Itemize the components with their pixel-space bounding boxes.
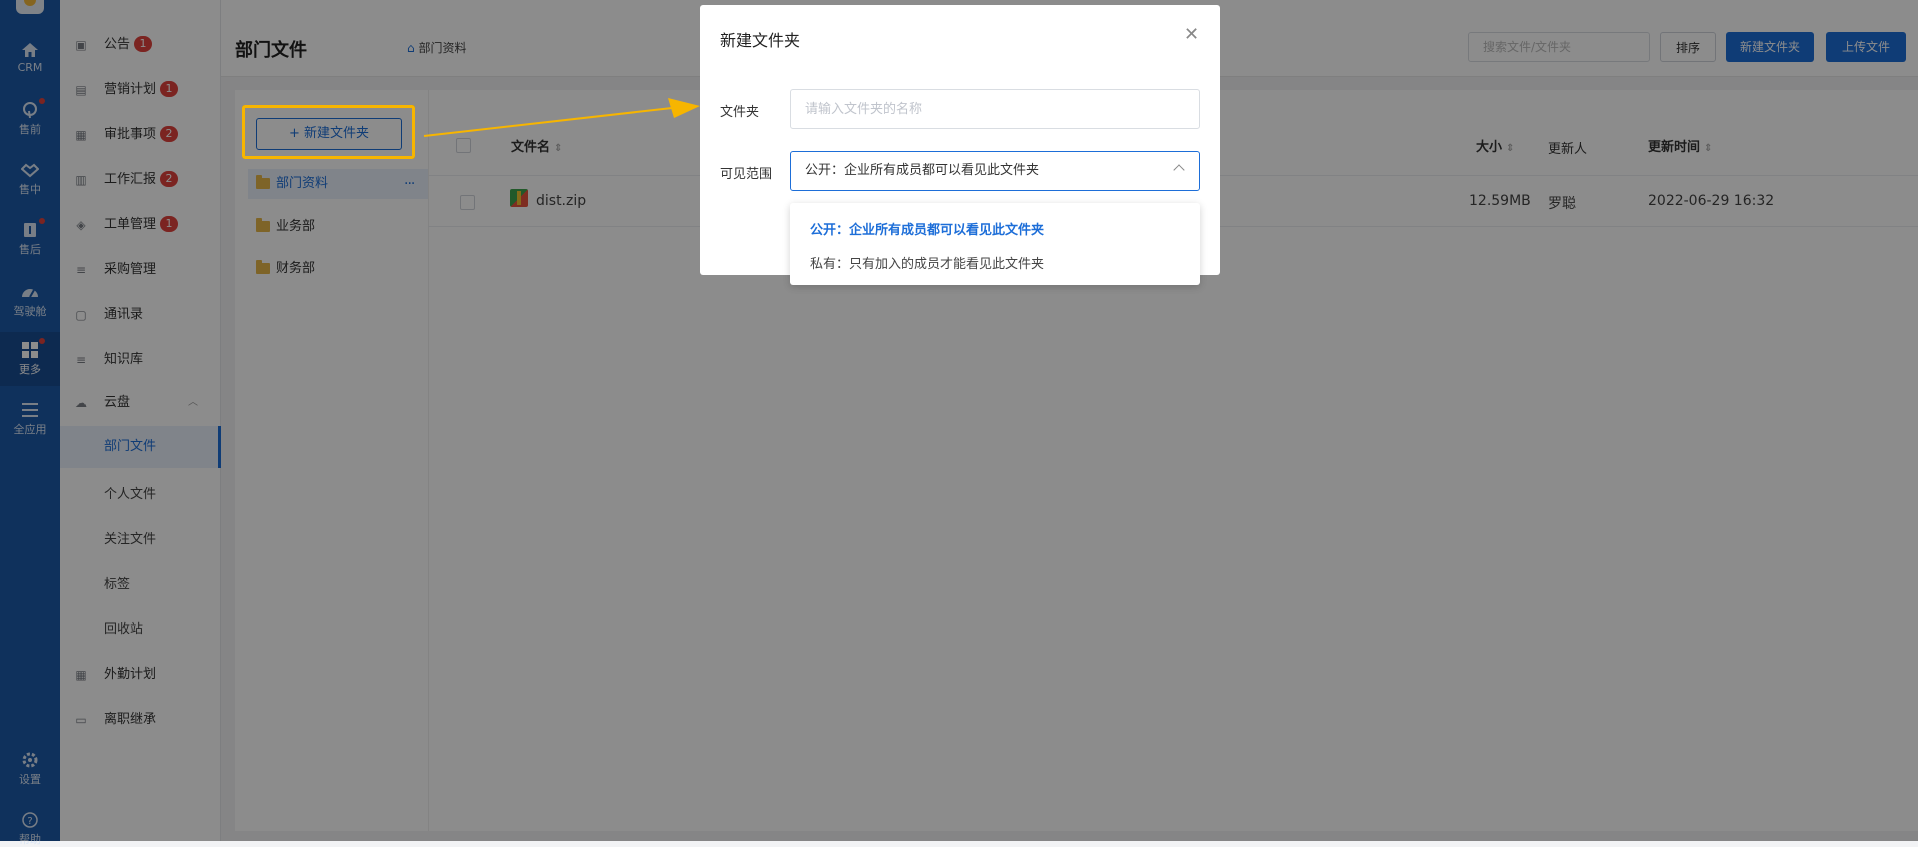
close-icon[interactable]: ✕ [1184,24,1199,45]
dialog-title: 新建文件夹 [720,31,801,50]
visibility-select[interactable]: 公开：企业所有成员都可以看见此文件夹 [790,151,1200,191]
folder-name-label: 文件夹 [720,105,760,120]
folder-name-input[interactable] [790,89,1200,129]
option-private[interactable]: 私有：只有加入的成员才能看见此文件夹 [810,253,1044,272]
option-public[interactable]: 公开：企业所有成员都可以看见此文件夹 [810,219,1044,238]
visibility-label: 可见范围 [720,167,773,182]
visibility-dropdown [790,203,1200,285]
